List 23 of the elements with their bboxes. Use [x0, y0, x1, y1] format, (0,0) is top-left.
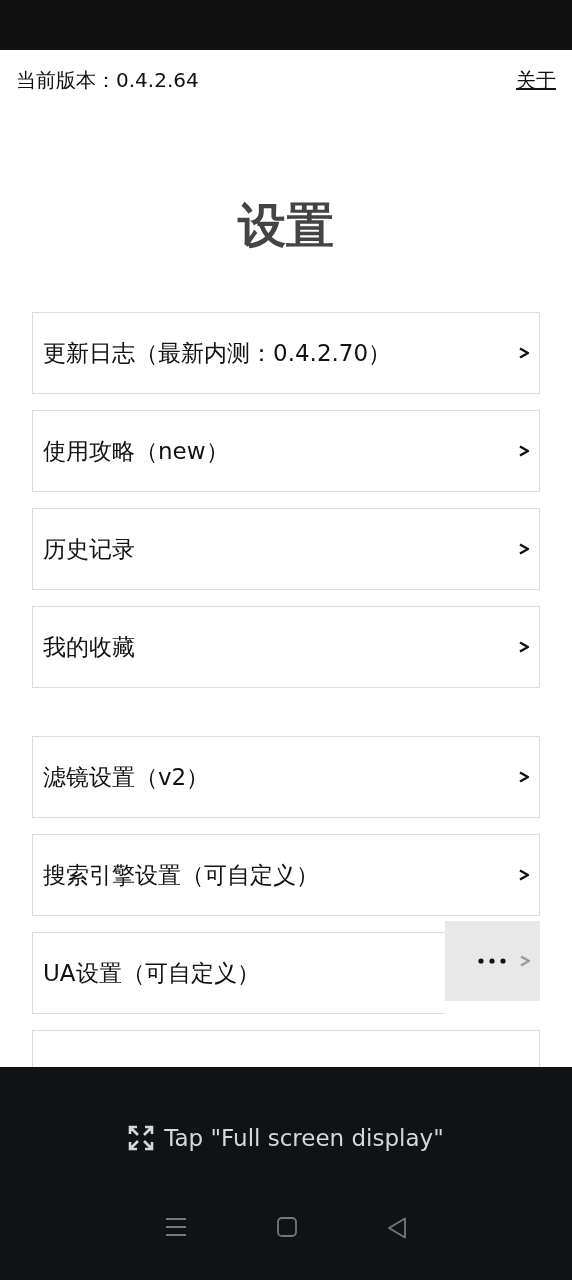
page-title: 设置 — [236, 196, 335, 255]
version-label: 当前版本：0.4.2.64 — [16, 66, 199, 94]
menu-item[interactable]: 滤镜设置（v2） — [32, 736, 540, 818]
menu-item[interactable]: 使用攻略（new） — [32, 410, 540, 492]
chevron-icon — [519, 445, 529, 457]
menu-item[interactable]: 更新日志（最新内测：0.4.2.70） — [32, 312, 540, 394]
expand-icon — [128, 1125, 155, 1151]
menu-item[interactable]: 搜索引擎设置（可自定义） — [32, 834, 540, 916]
chevron-icon — [520, 955, 530, 967]
menu-icon[interactable] — [165, 1217, 187, 1237]
chevron-icon — [519, 641, 529, 653]
back-icon[interactable] — [387, 1217, 407, 1239]
hint-text: Tap "Full screen display" — [164, 1125, 444, 1151]
more-icon — [478, 958, 506, 964]
menu-item[interactable]: 历史记录 — [32, 508, 540, 590]
menu-item[interactable]: UA设置（可自定义） — [32, 932, 445, 1014]
chevron-icon — [519, 771, 529, 783]
chevron-icon — [519, 543, 529, 555]
chevron-icon — [519, 347, 529, 359]
about-link[interactable]: 关于 — [516, 66, 556, 94]
home-icon[interactable] — [277, 1217, 297, 1237]
menu-item[interactable]: 我的收藏 — [32, 606, 540, 688]
chevron-icon — [519, 869, 529, 881]
